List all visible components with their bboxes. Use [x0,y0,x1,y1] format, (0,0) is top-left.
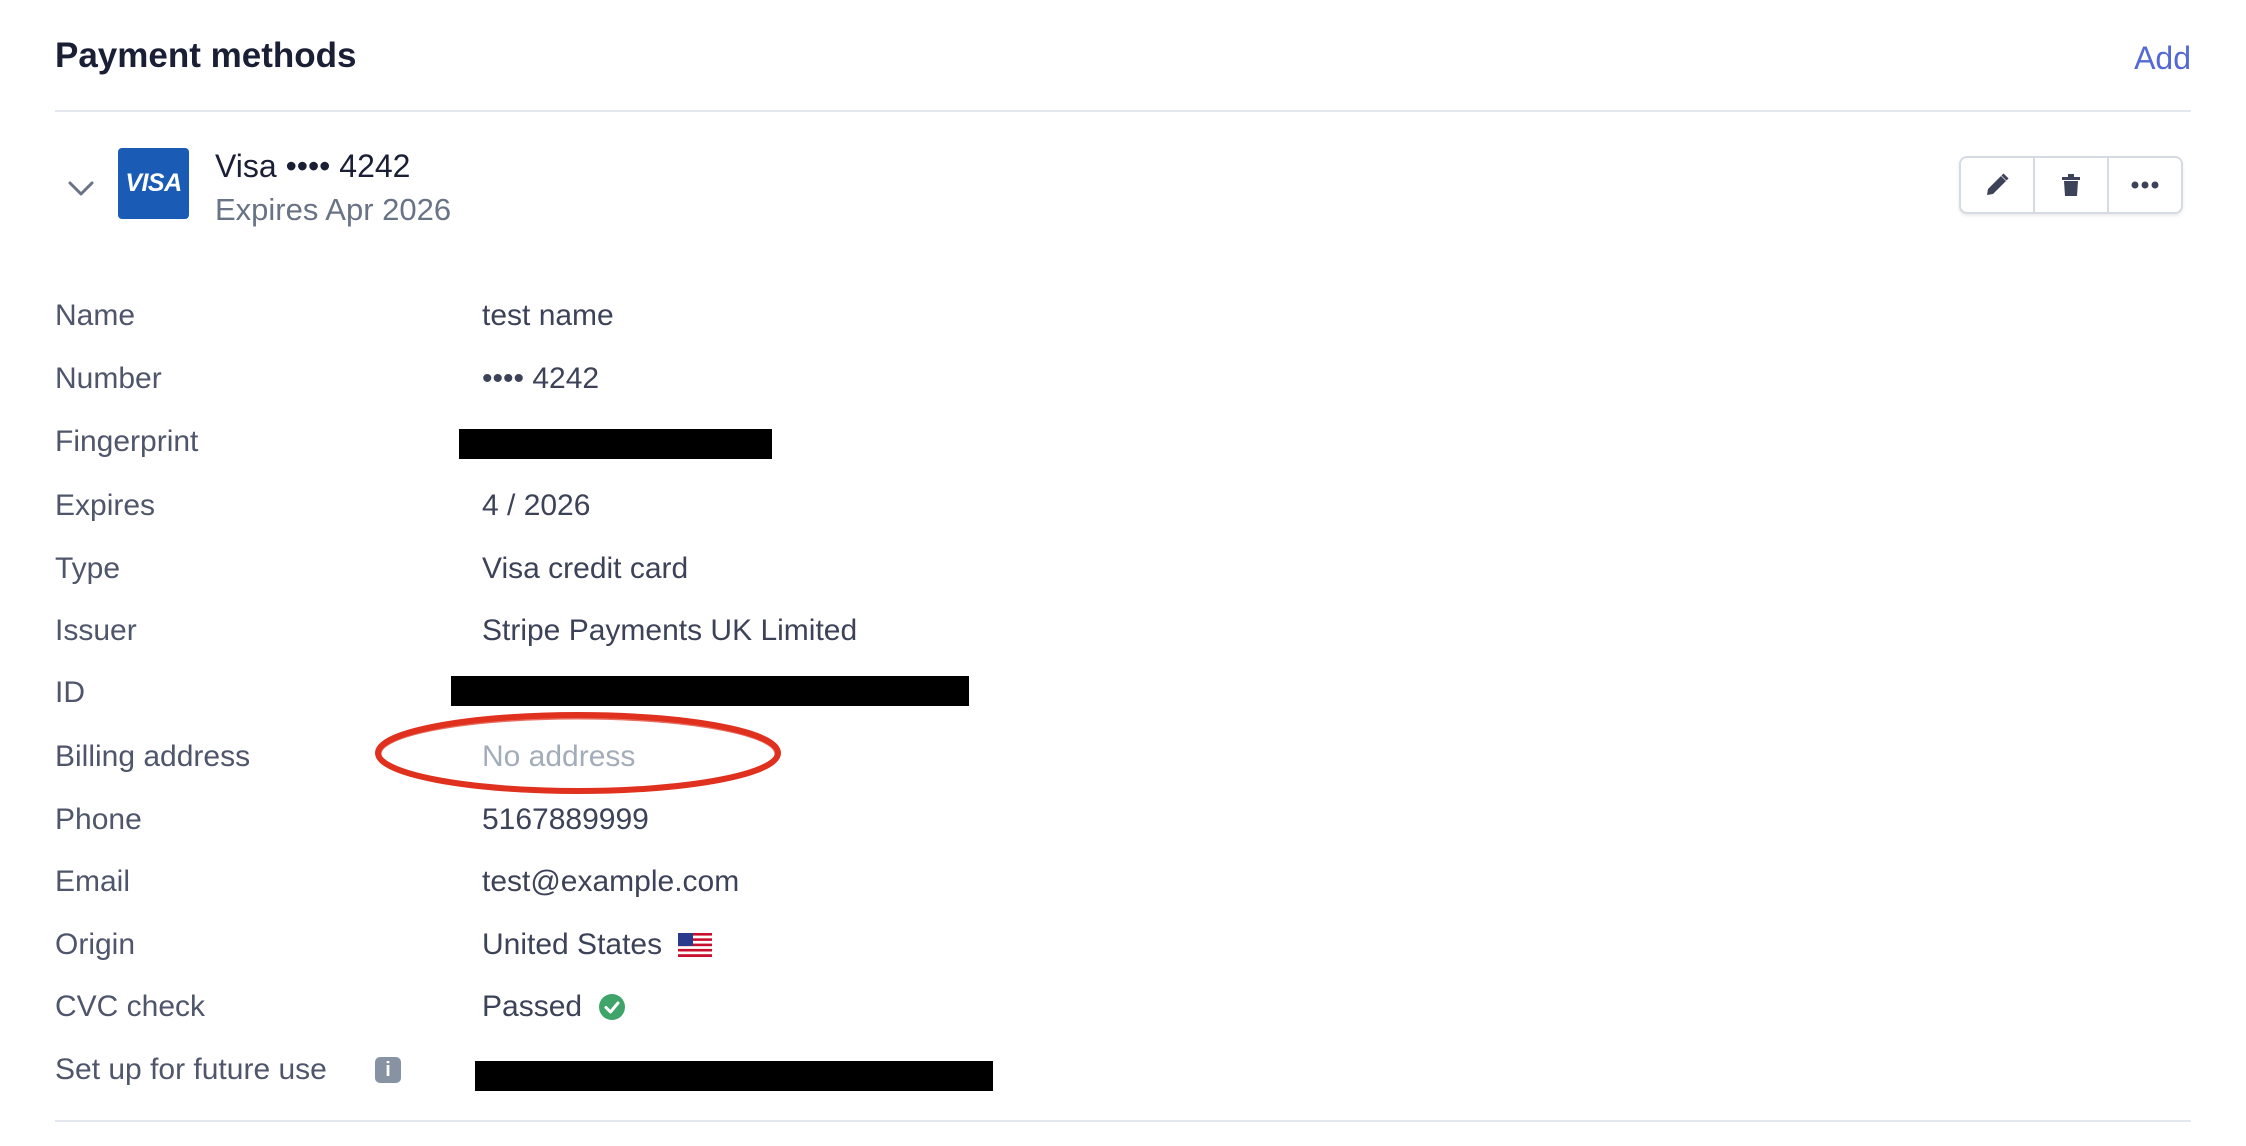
detail-label: Expires [55,489,156,522]
more-button[interactable] [2107,158,2181,212]
detail-row-id: ID [55,676,1555,716]
detail-value: test@example.com [482,865,740,898]
detail-row-billing: Billing address No address [55,740,1555,780]
origin-country: United States [482,928,663,961]
redaction-bar [451,676,969,706]
top-divider [55,110,2191,112]
detail-value: test name [482,299,614,332]
detail-value: Stripe Payments UK Limited [482,614,858,647]
detail-value: Visa credit card [482,552,689,585]
detail-label: Email [55,865,131,898]
pencil-icon [1987,173,2009,195]
detail-row-cvc: CVC check Passed [55,990,1555,1030]
trash-icon [2062,174,2080,196]
add-payment-method-link[interactable]: Add [2134,40,2191,77]
detail-value: Passed [482,990,626,1024]
detail-label: Name [55,299,136,332]
edit-button[interactable] [1961,158,2033,212]
detail-row-phone: Phone 5167889999 [55,803,1555,843]
detail-row-type: Type Visa credit card [55,552,1555,592]
detail-label: CVC check [55,990,206,1023]
card-title: Visa •••• 4242 [215,148,411,184]
detail-row-name: Name test name [55,299,1555,339]
detail-value: 4 / 2026 [482,489,591,522]
more-icon [2131,181,2159,189]
visa-logo-icon: VISA [118,148,189,219]
section-header: Payment methods Add [55,36,2191,86]
detail-label: Phone [55,803,142,836]
check-circle-icon [599,994,626,1020]
detail-row-issuer: Issuer Stripe Payments UK Limited [55,614,1555,654]
detail-label: Number [55,362,162,395]
card-expiry: Expires Apr 2026 [215,192,452,227]
detail-value: United States [482,928,713,962]
payment-method-row: VISA Visa •••• 4242 Expires Apr 2026 [55,148,2191,228]
detail-value: No address [482,740,636,773]
delete-button[interactable] [2033,158,2107,212]
detail-row-expires: Expires 4 / 2026 [55,489,1555,529]
section-title: Payment methods [55,36,357,75]
redaction-bar [459,429,772,459]
us-flag-icon [678,933,713,957]
detail-label: ID [55,676,85,709]
card-actions [1959,156,2183,214]
info-icon[interactable]: i [375,1057,401,1083]
detail-label: Type [55,552,121,585]
detail-row-email: Email test@example.com [55,865,1555,905]
detail-row-fingerprint: Fingerprint [55,425,1555,465]
detail-value: •••• 4242 [482,362,600,395]
detail-label: Billing address [55,740,251,773]
detail-row-future-use: Set up for future use i [55,1053,1555,1093]
detail-value: 5167889999 [482,803,649,836]
chevron-down-icon[interactable] [63,170,99,206]
detail-row-number: Number •••• 4242 [55,362,1555,402]
detail-row-origin: Origin United States [55,928,1555,968]
detail-label: Issuer [55,614,137,647]
detail-label: Origin [55,928,136,961]
bottom-divider [55,1120,2191,1122]
redaction-bar [475,1061,993,1091]
detail-label: Fingerprint [55,425,199,458]
cvc-status: Passed [482,990,583,1023]
detail-label: Set up for future use [55,1053,327,1086]
